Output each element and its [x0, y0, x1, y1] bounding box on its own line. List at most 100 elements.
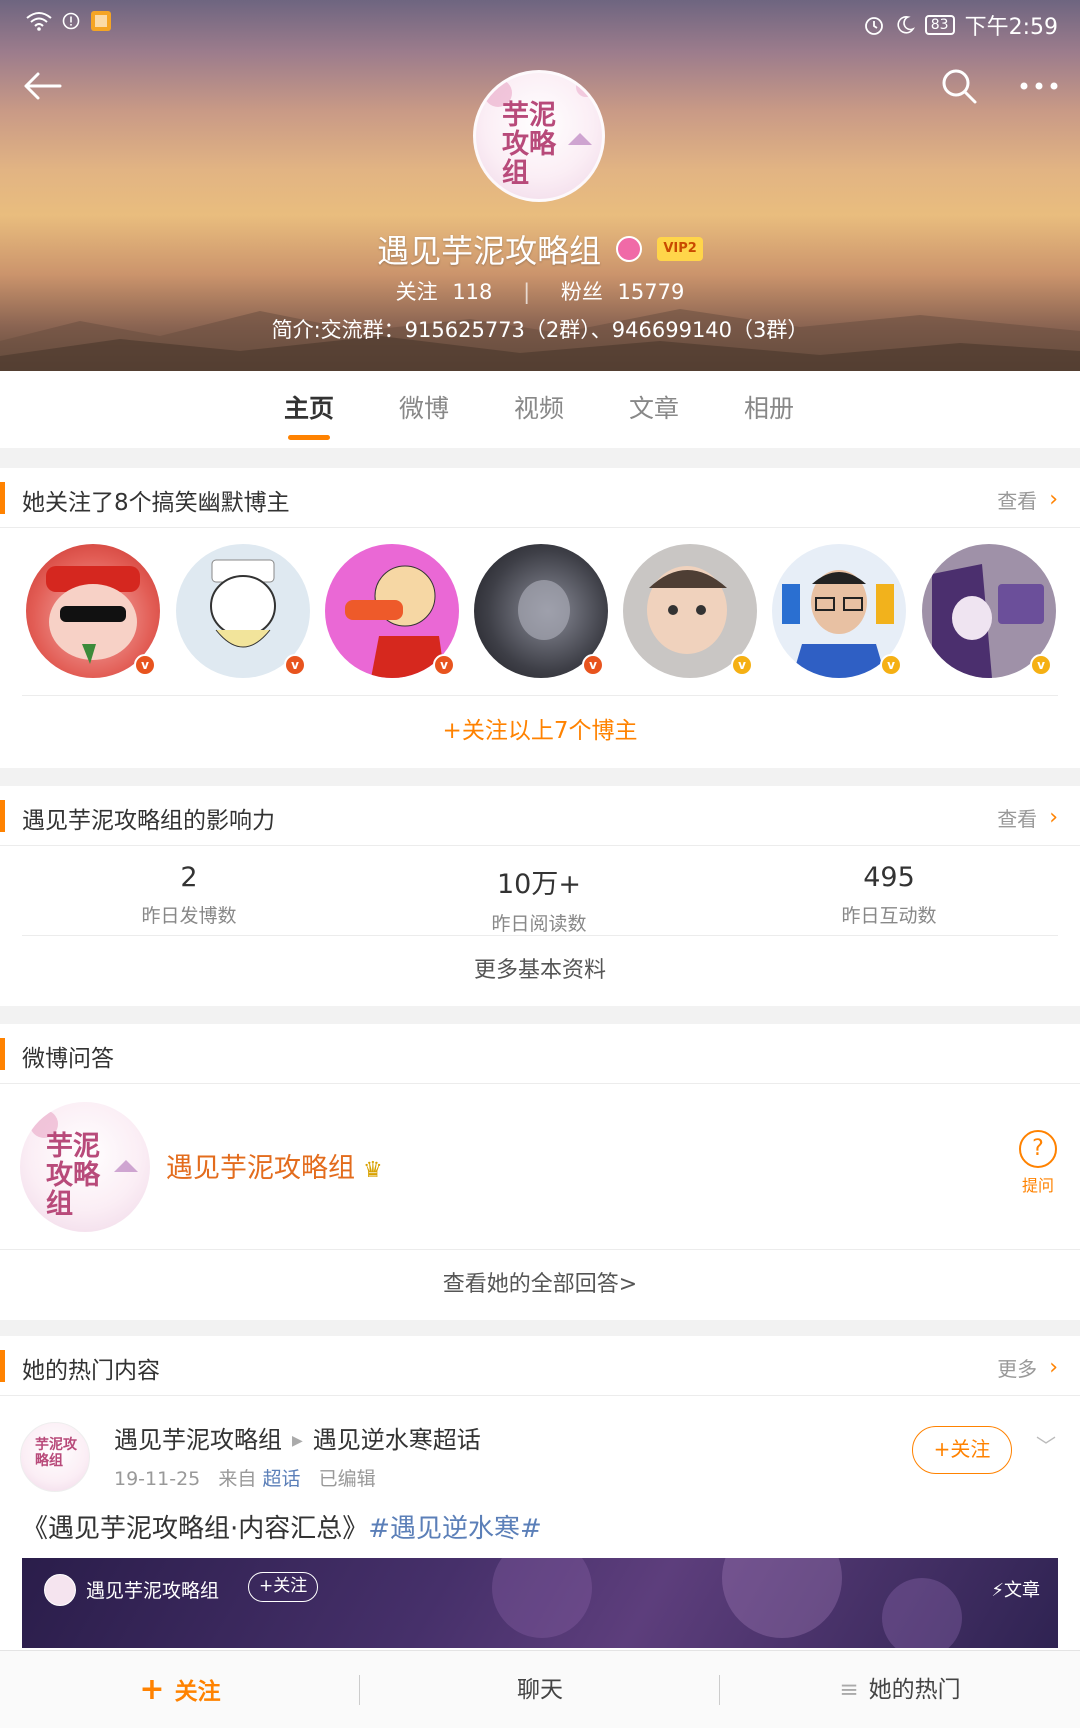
section-header: 她关注了8个搞笑幽默博主 查看 › [0, 468, 1080, 528]
post-author-avatar[interactable]: 芋泥攻略组 [20, 1422, 90, 1492]
post-text[interactable]: 《遇见芋泥攻略组·内容汇总》#遇见逆水寒# [22, 1508, 542, 1545]
section-title: 她关注了8个搞笑幽默博主 [22, 490, 290, 516]
metric-value: 2 [180, 862, 198, 893]
post-source-link[interactable]: 超话 [262, 1468, 300, 1490]
vip-badge[interactable]: VIP2 [657, 237, 703, 261]
post-date: 19-11-25 [114, 1468, 201, 1490]
tab-articles[interactable]: 文章 [604, 389, 704, 425]
post-supertopic[interactable]: 遇见逆水寒超话 [313, 1426, 481, 1454]
tab-album[interactable]: 相册 [719, 389, 819, 425]
post-from-label: 来自 [218, 1468, 257, 1490]
bottom-action-bar: + 关注 聊天 ≡ 她的热门 [0, 1650, 1080, 1728]
tab-home[interactable]: 主页 [259, 389, 359, 425]
influence-card: 遇见芋泥攻略组的影响力 查看 › 2 昨日发博数 10万+ 昨日阅读数 495 … [0, 786, 1080, 1006]
banner-avatar [44, 1574, 76, 1606]
bottom-hot-button[interactable]: ≡ 她的热门 [720, 1651, 1080, 1728]
view-more-label: 查看 [997, 489, 1038, 513]
section-accent [0, 482, 5, 514]
chevron-right-icon: › [1049, 487, 1058, 512]
metric-posts[interactable]: 2 昨日发博数 [39, 846, 339, 928]
qa-name[interactable]: 遇见芋泥攻略组 ♛ [166, 1146, 383, 1185]
post-follow-button[interactable]: +关注 [912, 1426, 1012, 1474]
status-time: 下午2:59 [964, 15, 1058, 40]
verified-search-icon[interactable] [616, 236, 643, 262]
back-button[interactable] [18, 62, 66, 110]
view-more-button[interactable]: 查看 › [997, 803, 1058, 832]
article-banner[interactable]: 遇见芋泥攻略组 +关注 ⚡文章 [22, 1558, 1058, 1648]
qa-name-text: 遇见芋泥攻略组 [166, 1153, 355, 1184]
profile-tabs: 主页 微博 视频 文章 相册 [0, 371, 1080, 448]
following-count[interactable]: 118 [452, 280, 492, 304]
search-button[interactable] [935, 62, 983, 110]
bottom-chat-button[interactable]: 聊天 [360, 1651, 720, 1728]
post-topic-link[interactable]: #遇见逆水寒# [368, 1514, 542, 1544]
metric-interactions[interactable]: 495 昨日互动数 [739, 846, 1039, 928]
verified-badge-icon: v [582, 654, 604, 676]
hot-content-card: 她的热门内容 更多 › 芋泥攻略组 遇见芋泥攻略组 ▶ 遇见逆水寒超话 19-11-… [0, 1336, 1080, 1650]
tab-video[interactable]: 视频 [489, 389, 589, 425]
menu-lines-icon: ≡ [839, 1677, 859, 1703]
avatar-text: 芋泥攻略组 [46, 1131, 100, 1220]
metric-label: 昨日互动数 [841, 905, 937, 927]
bottom-hot-label: 她的热门 [868, 1677, 961, 1703]
post-text-main: 《遇见芋泥攻略组·内容汇总》 [22, 1514, 369, 1544]
section-accent [0, 1350, 5, 1382]
alert-icon [62, 12, 80, 30]
banner-author-name[interactable]: 遇见芋泥攻略组 [86, 1576, 219, 1603]
battery-level: 83 [924, 15, 955, 35]
bottom-follow-label: 关注 [174, 1679, 221, 1705]
search-icon [942, 69, 977, 104]
profile-stats: 关注 118 | 粉丝 15779 [0, 276, 1080, 306]
status-bar: 83 下午2:59 [0, 0, 1080, 44]
section-header: 遇见芋泥攻略组的影响力 查看 › [0, 786, 1080, 846]
metric-reads[interactable]: 10万+ 昨日阅读数 [389, 846, 689, 936]
profile-bio: 简介:交流群：915625773（2群）、946699140（3群） [271, 318, 809, 342]
metric-label: 昨日发博数 [141, 905, 237, 927]
wifi-icon [26, 12, 52, 31]
banner-follow-button[interactable]: +关注 [248, 1572, 319, 1602]
profile-avatar[interactable]: 芋泥攻略组 [473, 70, 605, 202]
active-tab-indicator [288, 435, 330, 440]
bottom-follow-button[interactable]: + 关注 [0, 1651, 360, 1728]
more-profile-info-button[interactable]: 更多基本资料 [0, 936, 1080, 1006]
ask-label: 提问 [1021, 1176, 1054, 1195]
fans-count[interactable]: 15779 [618, 280, 685, 304]
plus-icon: + [139, 1672, 165, 1707]
follow-all-button[interactable]: +关注以上7个博主 [22, 695, 1058, 765]
section-accent [0, 1038, 5, 1070]
more-button[interactable] [1015, 62, 1063, 110]
chevron-right-icon: › [1049, 805, 1058, 830]
view-more-button[interactable]: 查看 › [997, 485, 1058, 514]
profile-name: 遇见芋泥攻略组 [377, 232, 602, 270]
chevron-down-icon[interactable]: ﹀ [1036, 1430, 1056, 1459]
stats-divider: | [523, 280, 531, 304]
profile-header: 83 下午2:59 芋泥攻略组 遇见芋泥攻略组 VIP2 关注 118 | 粉丝… [0, 0, 1080, 371]
app-notification-icon [91, 11, 111, 31]
metric-value: 10万+ [497, 869, 581, 900]
qa-avatar[interactable]: 芋泥攻略组 [20, 1102, 150, 1232]
influence-metrics: 2 昨日发博数 10万+ 昨日阅读数 495 昨日互动数 [22, 846, 1058, 936]
following-label[interactable]: 关注 [396, 280, 438, 304]
view-all-answers-button[interactable]: 查看她的全部回答> [0, 1250, 1080, 1320]
post-author-name[interactable]: 遇见芋泥攻略组 [114, 1426, 282, 1454]
verified-badge-icon: v [731, 654, 753, 676]
weibo-qa-card: 微博问答 芋泥攻略组 遇见芋泥攻略组 ♛ ? 提问 查看她的全部回答> [0, 1024, 1080, 1320]
followed-bloggers-card: 她关注了8个搞笑幽默博主 查看 › v v v v v v v +关注以上7个博… [0, 468, 1080, 768]
view-more-button[interactable]: 更多 › [997, 1353, 1058, 1382]
verified-badge-icon: v [1030, 654, 1052, 676]
blossom-decoration [492, 1558, 962, 1648]
article-tag: ⚡文章 [991, 1580, 1040, 1601]
section-header: 她的热门内容 更多 › [0, 1336, 1080, 1396]
section-title: 遇见芋泥攻略组的影响力 [22, 808, 275, 834]
moon-icon [897, 16, 915, 34]
section-header: 微博问答 [0, 1024, 1080, 1084]
crown-icon: ♛ [363, 1158, 383, 1183]
post-edited-label: 已编辑 [318, 1468, 376, 1490]
verified-badge-icon: v [880, 654, 902, 676]
qa-profile-row[interactable]: 芋泥攻略组 遇见芋泥攻略组 ♛ ? 提问 [0, 1084, 1080, 1250]
ask-question-button[interactable]: ? 提问 [1012, 1130, 1064, 1196]
post-meta: 19-11-25 来自 超话 已编辑 [114, 1464, 376, 1491]
tab-weibo[interactable]: 微博 [374, 389, 474, 425]
fans-label[interactable]: 粉丝 [561, 280, 603, 304]
avatar-text: 芋泥攻略组 [35, 1437, 77, 1469]
